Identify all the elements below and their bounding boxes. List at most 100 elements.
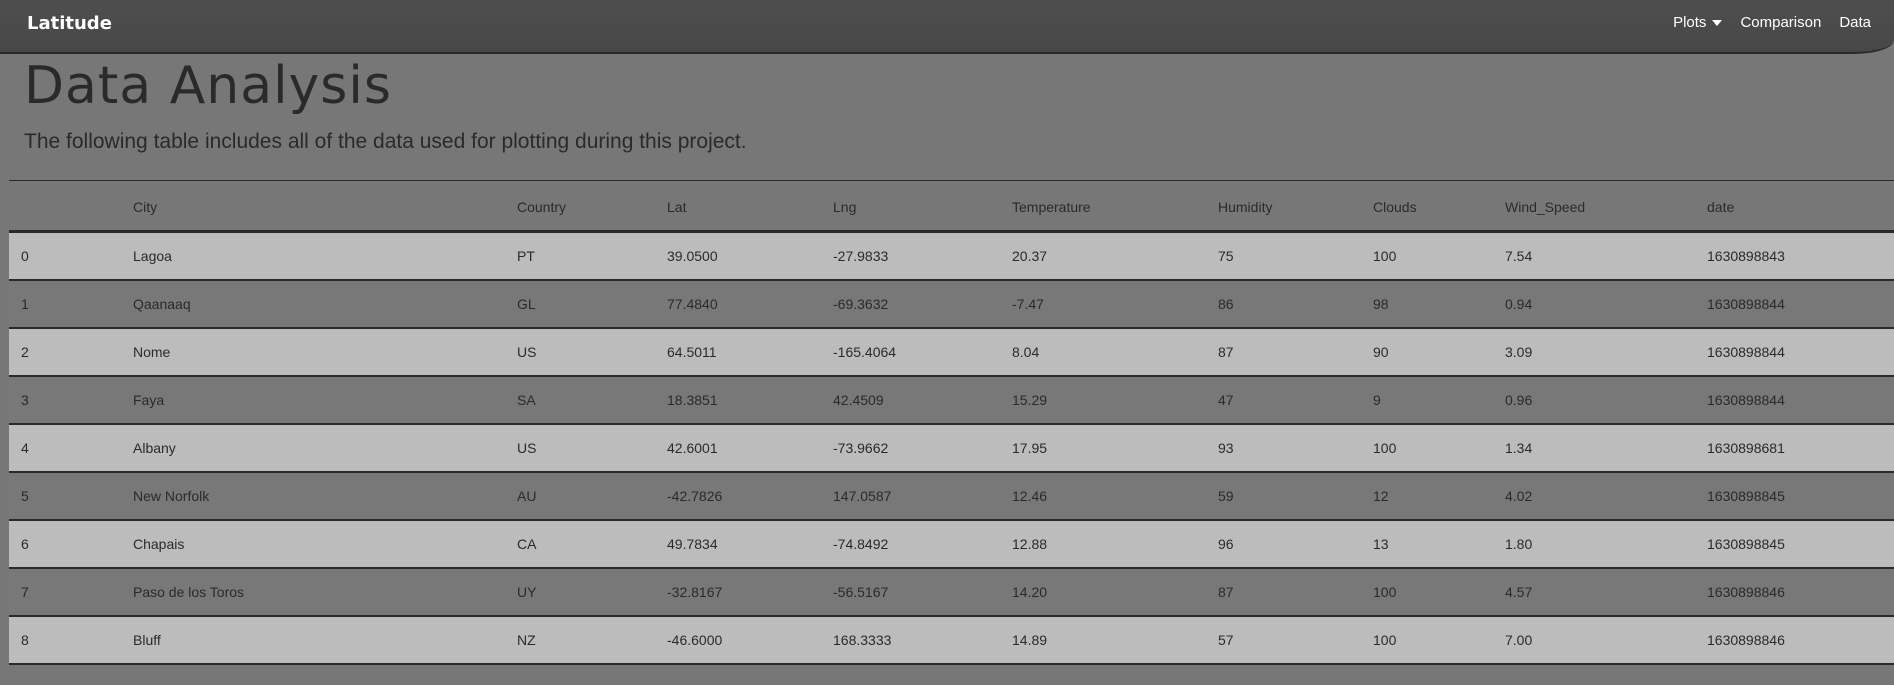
nav-item-data[interactable]: Data	[1839, 14, 1871, 31]
cell-index: 6	[21, 535, 29, 552]
cell-clouds: 100	[1373, 583, 1397, 600]
cell-index: 2	[21, 343, 29, 360]
table-row: 6 Chapais CA 49.7834 -74.8492 12.88 96 13 1.80 16…	[9, 519, 1894, 568]
cell-wind-speed: 7.54	[1505, 247, 1533, 264]
cell-lng: -56.5167	[833, 583, 889, 600]
cell-clouds: 12	[1373, 487, 1389, 504]
table-row: 4 Albany US 42.6001 -73.9662 17.95 93 100 1.34 16…	[9, 423, 1894, 472]
cell-humidity: 87	[1218, 343, 1234, 360]
page-title: Data Analysis	[24, 56, 392, 116]
cell-clouds: 100	[1373, 439, 1397, 456]
nav-item-plots-label: Plots	[1673, 14, 1707, 31]
table-header: City Country Lat Lng Temperature Humidity Clou…	[9, 180, 1894, 232]
table-row: 0 Lagoa PT 39.0500 -27.9833 20.37 75 100 7.54 163…	[9, 231, 1894, 280]
cell-clouds: 98	[1373, 295, 1389, 312]
cell-index: 5	[21, 487, 29, 504]
cell-wind-speed: 3.09	[1505, 343, 1533, 360]
brand-link[interactable]: Latitude	[27, 13, 112, 34]
cell-date: 1630898844	[1707, 295, 1785, 312]
cell-lng: 42.4509	[833, 391, 884, 408]
cell-lat: 42.6001	[667, 439, 718, 456]
cell-temperature: 14.20	[1012, 583, 1048, 600]
cell-temperature: 15.29	[1012, 391, 1048, 408]
cell-country: AU	[517, 487, 537, 504]
cell-lat: 49.7834	[667, 535, 718, 552]
table-row: 3 Faya SA 18.3851 42.4509 15.29 47 9 0.96 1630898…	[9, 375, 1894, 424]
cell-country: NZ	[517, 631, 536, 648]
cell-date: 1630898844	[1707, 391, 1785, 408]
cell-humidity: 96	[1218, 535, 1234, 552]
cell-temperature: 12.88	[1012, 535, 1048, 552]
cell-index: 3	[21, 391, 29, 408]
cell-lat: 39.0500	[667, 247, 718, 264]
cell-index: 8	[21, 631, 29, 648]
cell-clouds: 13	[1373, 535, 1389, 552]
cell-lng: 147.0587	[833, 487, 892, 504]
cell-city: Qaanaaq	[133, 295, 191, 312]
cell-lat: -42.7826	[667, 487, 723, 504]
cell-humidity: 86	[1218, 295, 1234, 312]
cell-temperature: 17.95	[1012, 439, 1048, 456]
cell-temperature: 20.37	[1012, 247, 1048, 264]
table-row: 2 Nome US 64.5011 -165.4064 8.04 87 90 3.09 16308…	[9, 327, 1894, 376]
cell-date: 1630898844	[1707, 343, 1785, 360]
cell-wind-speed: 0.94	[1505, 295, 1533, 312]
cell-clouds: 100	[1373, 247, 1397, 264]
cell-city: Faya	[133, 391, 165, 408]
cell-lat: -46.6000	[667, 631, 723, 648]
cell-city: New Norfolk	[133, 487, 210, 504]
cell-lat: 18.3851	[667, 391, 718, 408]
cell-lng: -74.8492	[833, 535, 889, 552]
cell-city: Chapais	[133, 535, 185, 552]
cell-city: Nome	[133, 343, 171, 360]
cell-lat: 64.5011	[667, 343, 717, 360]
cell-clouds: 9	[1373, 391, 1381, 408]
cell-temperature: 14.89	[1012, 631, 1048, 648]
cell-lat: -32.8167	[667, 583, 723, 600]
cell-index: 4	[21, 439, 29, 456]
column-header-temperature: Temperature	[1012, 198, 1091, 215]
cell-humidity: 87	[1218, 583, 1234, 600]
cell-wind-speed: 4.02	[1505, 487, 1533, 504]
cell-country: US	[517, 439, 537, 456]
table-row: 1 Qaanaaq GL 77.4840 -69.3632 -7.47 86 98 0.94 16…	[9, 279, 1894, 328]
cell-humidity: 93	[1218, 439, 1234, 456]
nav-item-comparison[interactable]: Comparison	[1740, 14, 1821, 31]
cell-city: Bluff	[133, 631, 161, 648]
cell-wind-speed: 7.00	[1505, 631, 1533, 648]
cell-city: Paso de los Toros	[133, 583, 245, 600]
column-header-lng: Lng	[833, 198, 857, 215]
cell-date: 1630898846	[1707, 631, 1785, 648]
cell-country: GL	[517, 295, 536, 312]
cell-date: 1630898843	[1707, 247, 1785, 264]
data-table: City Country Lat Lng Temperature Humidity Clou…	[9, 180, 1894, 665]
column-header-lat: Lat	[667, 198, 687, 215]
cell-date: 1630898846	[1707, 583, 1785, 600]
cell-temperature: 12.46	[1012, 487, 1048, 504]
cell-temperature: -7.47	[1012, 295, 1044, 312]
cell-country: US	[517, 343, 537, 360]
nav-item-plots[interactable]: Plots	[1673, 14, 1723, 31]
cell-humidity: 57	[1218, 631, 1234, 648]
cell-clouds: 90	[1373, 343, 1389, 360]
cell-temperature: 8.04	[1012, 343, 1040, 360]
cell-lng: -165.4064	[833, 343, 897, 360]
cell-lng: -27.9833	[833, 247, 889, 264]
table-row: 8 Bluff NZ -46.6000 168.3333 14.89 57 100 7.00 16…	[9, 615, 1894, 664]
cell-wind-speed: 1.80	[1505, 535, 1533, 552]
cell-wind-speed: 0.96	[1505, 391, 1533, 408]
cell-lng: 168.3333	[833, 631, 892, 648]
cell-country: PT	[517, 247, 535, 264]
column-header-city: City	[133, 198, 158, 215]
cell-wind-speed: 4.57	[1505, 583, 1533, 600]
column-header-country: Country	[517, 198, 567, 215]
page-subtitle: The following table includes all of the …	[24, 130, 747, 153]
cell-humidity: 59	[1218, 487, 1234, 504]
cell-lat: 77.4840	[667, 295, 718, 312]
column-header-clouds: Clouds	[1373, 198, 1417, 215]
cell-index: 1	[21, 295, 29, 312]
cell-clouds: 100	[1373, 631, 1397, 648]
cell-humidity: 75	[1218, 247, 1234, 264]
navbar: Latitude Plots Comparison Data	[0, 0, 1894, 54]
cell-city: Lagoa	[133, 247, 172, 264]
